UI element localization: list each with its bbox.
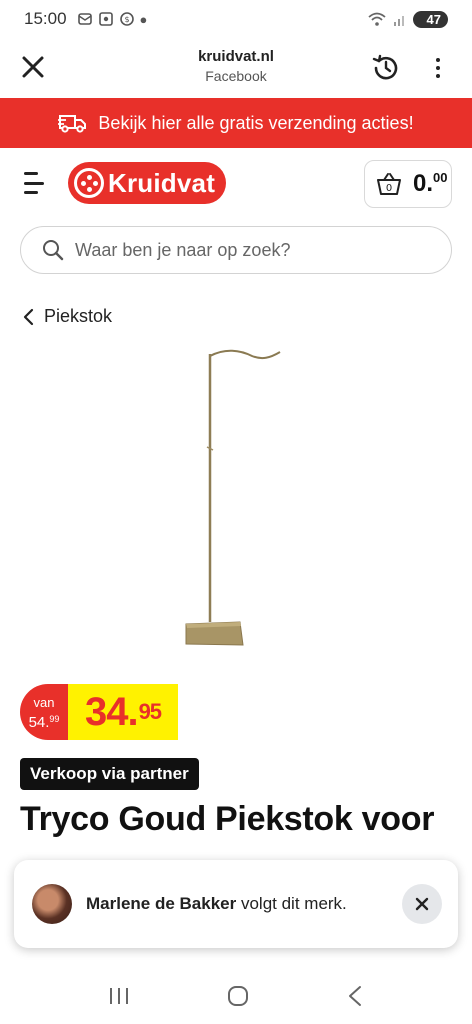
notification-text: Marlene de Bakker volgt dit merk. <box>86 894 347 914</box>
current-price-main: 34. <box>84 689 139 734</box>
browser-menu-button[interactable] <box>428 54 448 82</box>
status-notification-icons: $ ● <box>77 11 148 27</box>
hamburger-line <box>24 172 38 175</box>
history-button[interactable] <box>370 52 402 84</box>
avatar <box>32 884 72 924</box>
product-title: Tryco Goud Piekstok voor <box>20 800 435 838</box>
old-price-label: van <box>33 694 55 710</box>
promo-text: Bekijk hier alle gratis verzending actie… <box>98 112 414 133</box>
status-bar: 15:00 $ ● 47 <box>0 0 472 38</box>
breadcrumb-back[interactable]: Piekstok <box>22 306 112 327</box>
back-icon <box>348 985 361 1006</box>
system-navigation-bar <box>0 972 472 1024</box>
old-price-main: 54. <box>28 713 50 731</box>
price-block: van 54.99 34. 95 <box>20 684 178 740</box>
notification-message: volgt dit merk. <box>236 894 347 913</box>
old-price-cents: 99 <box>49 713 60 724</box>
notification-icon <box>77 13 92 25</box>
dot <box>436 74 440 78</box>
close-icon <box>415 897 429 911</box>
cart-total: 0.00 <box>413 170 447 198</box>
cart-total-cents: 00 <box>433 170 448 185</box>
wifi-icon <box>367 12 386 26</box>
notification-close-button[interactable] <box>402 884 442 924</box>
screenshot-icon <box>98 12 113 26</box>
dot <box>436 58 440 62</box>
kruidvat-logo[interactable]: Kruidvat <box>68 162 226 204</box>
hamburger-line <box>24 181 44 185</box>
recent-apps-icon <box>110 987 129 1004</box>
more-notifications-dot-icon: ● <box>139 11 148 27</box>
logo-dot <box>93 181 98 186</box>
close-icon <box>22 56 44 78</box>
close-browser-button[interactable] <box>18 52 48 82</box>
recent-apps-button[interactable] <box>107 986 131 1011</box>
shopping-basket-icon: 0 <box>377 173 401 195</box>
home-button[interactable] <box>226 984 250 1013</box>
menu-button[interactable] <box>24 172 46 194</box>
app-icon: $ <box>119 12 134 26</box>
current-price: 34. 95 <box>68 684 178 740</box>
delivery-truck-icon <box>58 115 87 133</box>
signal-icon <box>393 16 404 26</box>
free-shipping-banner[interactable]: Bekijk hier alle gratis verzending actie… <box>0 98 472 148</box>
search-bar[interactable] <box>20 226 452 274</box>
browser-toolbar: kruidvat.nl Facebook <box>0 38 472 98</box>
hamburger-line <box>24 191 38 194</box>
chevron-left-icon <box>23 308 34 325</box>
logo-text: Kruidvat <box>108 167 216 198</box>
current-price-cents: 95 <box>138 699 163 724</box>
logo-dot <box>87 175 92 180</box>
dot <box>436 66 440 70</box>
svg-text:$: $ <box>124 15 129 24</box>
product-image[interactable] <box>100 342 372 662</box>
notification-user-name: Marlene de Bakker <box>86 894 237 913</box>
status-time: 15:00 <box>24 9 67 28</box>
logo-dot <box>81 181 86 186</box>
cart-total-main: 0. <box>413 170 434 197</box>
history-icon <box>372 54 398 80</box>
search-input[interactable] <box>75 239 435 261</box>
logo-dot <box>87 187 92 192</box>
old-price: 54.99 <box>29 711 60 731</box>
old-price-tag: van 54.99 <box>20 684 68 740</box>
site-header: Kruidvat 0 0.00 <box>0 148 472 220</box>
partner-sale-badge: Verkoop via partner <box>20 758 199 790</box>
status-right: 47 <box>367 10 448 28</box>
search-icon <box>43 240 64 261</box>
back-button[interactable] <box>345 984 365 1013</box>
breadcrumb-label: Piekstok <box>44 306 113 326</box>
cart-count: 0 <box>386 183 392 194</box>
battery-icon: 47 <box>412 10 448 28</box>
logo-mark-icon <box>74 168 104 198</box>
home-icon <box>227 985 248 1006</box>
cart-button[interactable]: 0 0.00 <box>364 160 452 208</box>
follow-notification[interactable]: Marlene de Bakker volgt dit merk. <box>14 860 458 948</box>
